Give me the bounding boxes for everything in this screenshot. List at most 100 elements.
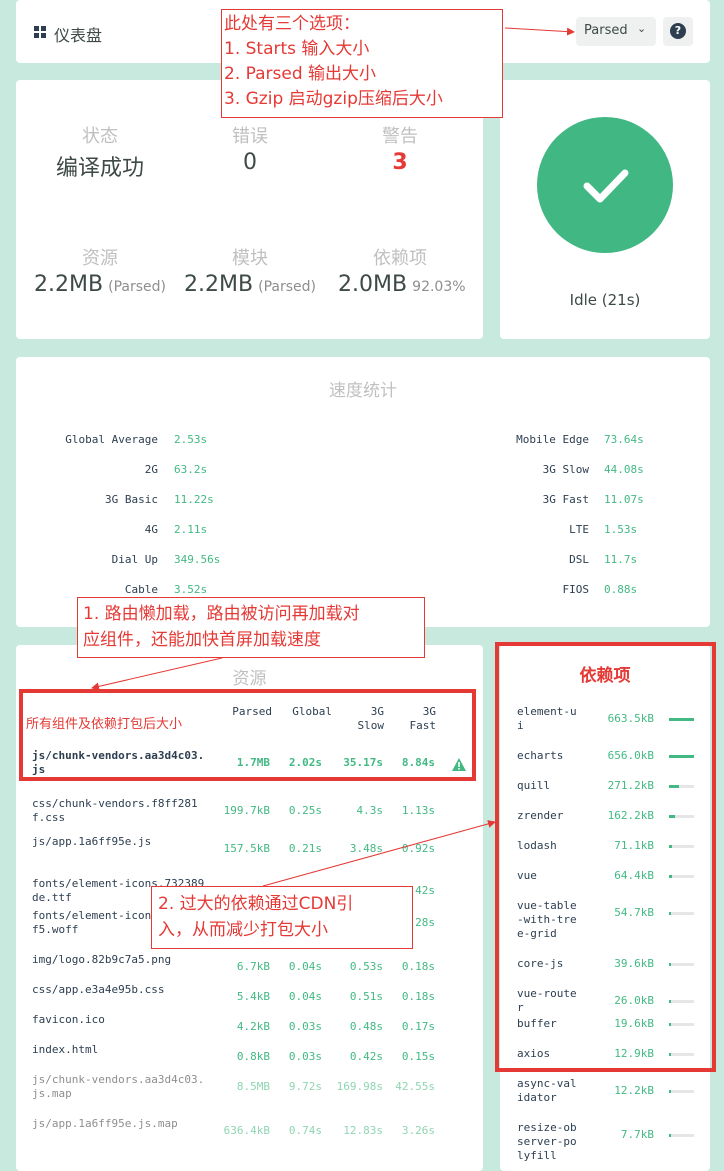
- speed-value: 73.64s: [604, 433, 644, 446]
- asset-row[interactable]: js/app.1a6ff95e.js 157.5kB 0.21s 3.48s 0.92s: [16, 835, 483, 865]
- deps-metric: 2.0MB 92.03%: [338, 272, 483, 297]
- asset-row[interactable]: css/chunk-vendors.f8ff281f.css 199.7kB 0.2…: [16, 797, 483, 827]
- asset-fast: 3.26s: [401, 1124, 435, 1137]
- speed-label: 3G Basic: [105, 493, 158, 506]
- page-title: 仪表盘: [54, 26, 103, 45]
- assets-metric: 2.2MB (Parsed): [34, 272, 184, 297]
- dependency-name: async-validator: [517, 1077, 577, 1104]
- help-icon: ?: [670, 23, 686, 39]
- speed-value: 349.56s: [174, 553, 221, 566]
- dependency-size: 12.2kB: [614, 1084, 654, 1097]
- asset-row[interactable]: index.html 0.8kB 0.03s 0.42s 0.15s: [16, 1043, 483, 1073]
- speed-label: Global Average: [65, 433, 158, 446]
- dependency-size: 7.7kB: [620, 1128, 654, 1141]
- deps-highlight-box: [495, 642, 716, 1072]
- dependency-size-bar-fill: [669, 1134, 671, 1137]
- speed-label: Dial Up: [111, 553, 158, 566]
- asset-row[interactable]: img/logo.82b9c7a5.png 6.7kB 0.04s 0.53s 0.18…: [16, 953, 483, 983]
- asset-global: 0.03s: [288, 1050, 322, 1063]
- asset-global: 9.72s: [288, 1080, 322, 1093]
- size-type-select[interactable]: Parsed ⌄: [576, 17, 656, 46]
- speed-value: 63.2s: [174, 463, 208, 476]
- asset-name: img/logo.82b9c7a5.png: [32, 953, 172, 966]
- speed-value: 3.52s: [174, 583, 208, 596]
- assets-label: 资源: [82, 248, 118, 269]
- asset-fast: 0.18s: [401, 960, 435, 973]
- asset-row[interactable]: favicon.ico 4.2kB 0.03s 0.48s 0.17s: [16, 1013, 483, 1043]
- asset-name: js/app.1a6ff95e.js.map: [32, 1117, 178, 1130]
- speed-value: 11.7s: [604, 553, 638, 566]
- speed-label: FIOS: [562, 583, 590, 596]
- asset-global: 0.74s: [288, 1124, 322, 1137]
- chevron-down-icon: ⌄: [637, 22, 647, 35]
- options-annotation: 此处有三个选项： 1. Starts 输入大小 2. Parsed 输出大小 3…: [221, 9, 503, 118]
- status-panel: 状态 编译成功 错误 0 警告 3 资源 2.2MB (Parsed) 模块 2…: [16, 80, 483, 339]
- speed-value: 2.11s: [174, 523, 208, 536]
- asset-name: css/app.e3a4e95b.css: [32, 983, 165, 996]
- dependency-row[interactable]: resize-observer-polyfill 7.7kB: [500, 1121, 710, 1162]
- deps-label: 依赖项: [373, 248, 427, 269]
- modules-label: 模块: [232, 248, 268, 269]
- asset-fast: 1.13s: [401, 804, 435, 817]
- cdn-annotation: 2. 过大的依赖通过CDN引 入，从而减少打包大小: [151, 886, 413, 949]
- asset-global: 0.03s: [288, 1020, 322, 1033]
- speed-value: 11.22s: [174, 493, 214, 506]
- speed-label: LTE: [569, 523, 589, 536]
- asset-global: 0.25s: [288, 804, 322, 817]
- dependency-name: resize-observer-polyfill: [517, 1121, 577, 1162]
- asset-name: js/chunk-vendors.aa3d4c03.js.map: [32, 1073, 205, 1100]
- asset-row[interactable]: js/app.1a6ff95e.js.map 636.4kB 0.74s 12.83s…: [16, 1117, 483, 1147]
- idle-status: Idle (21s): [569, 291, 641, 309]
- speed-label: 4G: [144, 523, 158, 536]
- errors-label: 错误: [232, 126, 268, 147]
- speed-value: 1.53s: [604, 523, 638, 536]
- state-value: 编译成功: [55, 156, 144, 181]
- dependency-size-bar: [669, 1134, 694, 1137]
- asset-global: 0.21s: [288, 842, 322, 855]
- dashboard-icon: [34, 26, 46, 38]
- help-button[interactable]: ?: [663, 17, 693, 46]
- speed-label: Mobile Edge: [516, 433, 589, 446]
- asset-row[interactable]: js/chunk-vendors.aa3d4c03.js.map 8.5MB 9.7…: [16, 1073, 483, 1103]
- asset-global: 0.04s: [288, 960, 322, 973]
- assets-unit: (Parsed): [108, 279, 167, 295]
- asset-global: 0.04s: [288, 990, 322, 1003]
- options-note-line: 1. Starts 输入大小: [224, 39, 370, 59]
- asset-name: css/chunk-vendors.f8ff281f.css: [32, 797, 198, 824]
- options-note-line: 2. Parsed 输出大小: [224, 64, 377, 84]
- success-check-icon: [537, 117, 673, 253]
- state-label: 状态: [82, 126, 118, 147]
- dependency-row[interactable]: async-validator 12.2kB: [500, 1077, 710, 1105]
- cdn-note-line: 入，从而减少打包大小: [158, 920, 328, 940]
- asset-name: js/app.1a6ff95e.js: [32, 835, 152, 848]
- asset-fast: 42.55s: [395, 1080, 435, 1093]
- asset-fast: 0.92s: [401, 842, 435, 855]
- speed-value: 0.88s: [604, 583, 638, 596]
- bundle-note: 所有组件及依赖打包后大小: [26, 717, 183, 732]
- speed-label: 2G: [144, 463, 158, 476]
- modules-value: 2.2MB: [184, 272, 254, 297]
- asset-name: index.html: [32, 1043, 99, 1056]
- speed-value: 11.07s: [604, 493, 644, 506]
- assets-title: 资源: [232, 669, 267, 689]
- asset-fast: 0.15s: [401, 1050, 435, 1063]
- bundle-highlight-box: [19, 689, 476, 781]
- options-note-line: 3. Gzip 启动gzip压缩后大小: [224, 89, 443, 109]
- select-value: Parsed: [584, 23, 628, 38]
- speed-label: Cable: [124, 583, 158, 596]
- speed-label: DSL: [569, 553, 589, 566]
- errors-value: 0: [243, 150, 257, 175]
- dependency-size-bar: [669, 1090, 694, 1093]
- asset-fast: 0.18s: [401, 990, 435, 1003]
- dependency-size-bar-fill: [669, 1090, 671, 1093]
- lazy-note-line: 1. 路由懒加载，路由被访问再加载对: [83, 604, 360, 624]
- deps-value: 2.0MB: [338, 272, 408, 297]
- asset-row[interactable]: css/app.e3a4e95b.css 5.4kB 0.04s 0.51s 0.18s: [16, 983, 483, 1013]
- speed-value: 44.08s: [604, 463, 644, 476]
- deps-percent: 92.03%: [412, 279, 466, 295]
- options-note-line: 此处有三个选项：: [224, 14, 360, 34]
- idle-panel: Idle (21s): [500, 80, 710, 339]
- asset-fast: 0.17s: [401, 1020, 435, 1033]
- lazy-load-annotation: 1. 路由懒加载，路由被访问再加载对 应组件，还能加快首屏加载速度: [77, 597, 425, 658]
- speed-label: 3G Slow: [542, 463, 589, 476]
